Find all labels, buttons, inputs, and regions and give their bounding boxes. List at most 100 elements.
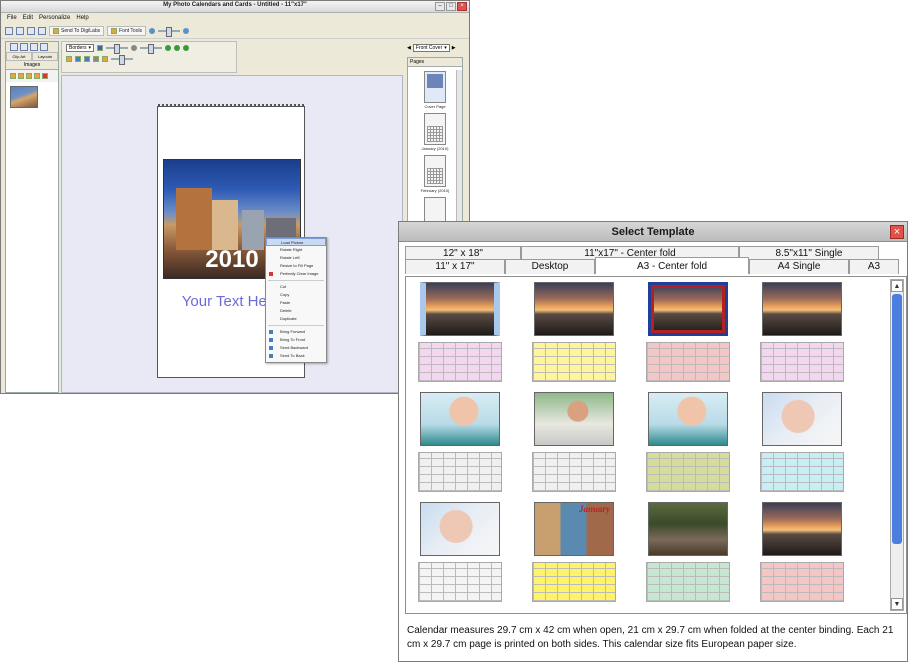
menu-edit[interactable]: Edit <box>23 15 33 21</box>
brightness-slider[interactable] <box>111 55 133 65</box>
scroll-up-icon[interactable]: ▲ <box>891 280 903 292</box>
tab-a4-single[interactable]: A4 Single <box>749 259 849 274</box>
shape-icon[interactable] <box>30 43 38 51</box>
menu-item-cut[interactable]: Cut <box>266 283 326 291</box>
menu-help[interactable]: Help <box>76 15 88 21</box>
fill-icon[interactable] <box>97 45 104 51</box>
rotate-icon[interactable] <box>131 45 138 51</box>
menu-item-label: Send Backward <box>280 345 309 350</box>
tab-a3-center-fold[interactable]: A3 - Center fold <box>595 257 749 274</box>
star-icon[interactable] <box>34 73 40 79</box>
text-icon[interactable] <box>20 43 28 51</box>
format-toolbar-row2 <box>62 54 236 65</box>
menu-item-label: Send To Back <box>280 353 305 358</box>
new-icon[interactable] <box>5 26 13 35</box>
left-tabs: Clip Art Layouts <box>6 52 58 61</box>
template-item[interactable] <box>640 390 736 494</box>
move-icon[interactable] <box>84 56 90 62</box>
tab-images[interactable]: Images <box>6 61 58 70</box>
zoom-in-icon[interactable] <box>183 27 190 34</box>
template-item[interactable] <box>640 280 736 384</box>
template-item[interactable] <box>526 390 622 494</box>
template-item[interactable] <box>412 390 508 494</box>
close-icon[interactable]: × <box>890 225 904 239</box>
menu-item-send-backward[interactable]: Send Backward <box>266 344 326 352</box>
maximize-button[interactable]: □ <box>446 2 456 11</box>
template-item[interactable] <box>412 500 508 604</box>
crop-icon[interactable] <box>66 56 72 62</box>
borders-select[interactable]: Borders ▾ <box>66 44 95 52</box>
effect2-icon[interactable] <box>174 45 181 51</box>
tab-clip-art[interactable]: Clip Art <box>6 52 32 61</box>
template-item[interactable] <box>412 280 508 384</box>
image-icon[interactable] <box>10 43 18 51</box>
image-tools <box>6 70 58 82</box>
add-image-icon[interactable] <box>10 73 16 79</box>
arrow-icon[interactable] <box>75 56 81 62</box>
remove-icon[interactable] <box>93 56 99 62</box>
template-item[interactable] <box>754 280 850 384</box>
template-photo <box>648 392 728 446</box>
rotation-slider[interactable] <box>140 44 163 54</box>
menu-item-label: Resize to Fill Page <box>280 263 314 268</box>
page-thumbnail-cover[interactable] <box>424 71 446 103</box>
frame-icon[interactable] <box>40 43 48 51</box>
menu-personalize[interactable]: Personalize <box>39 15 70 21</box>
color-icon[interactable] <box>102 56 108 62</box>
template-item[interactable] <box>640 500 736 604</box>
send-to-digilabs-button[interactable]: Send To DigiLabs <box>49 25 105 36</box>
menu-item-resize-to-fill[interactable]: Resize to Fill Page <box>266 262 326 270</box>
menu-item-delete[interactable]: Delete <box>266 307 326 315</box>
page-thumbnail-february[interactable] <box>424 155 446 187</box>
font-tools-button[interactable]: Font Tools <box>107 25 147 36</box>
effect3-icon[interactable] <box>183 45 190 51</box>
save-icon[interactable] <box>27 26 35 35</box>
menu-item-bring-to-front[interactable]: Bring To Front <box>266 336 326 344</box>
opacity-slider[interactable] <box>106 44 129 54</box>
menu-item-send-to-back[interactable]: Send To Back <box>266 352 326 360</box>
menu-item-rotate-left[interactable]: Rotate Left <box>266 254 326 262</box>
next-page-icon[interactable]: ▶ <box>452 45 456 51</box>
scroll-down-icon[interactable]: ▼ <box>891 598 903 610</box>
menu-item-duplicate[interactable]: Duplicate <box>266 315 326 323</box>
canvas-area[interactable]: 2010 Your Text Here <box>61 75 403 393</box>
template-photo <box>420 392 500 446</box>
template-month-label: January <box>578 504 610 514</box>
menu-item-label: Paste <box>280 300 291 305</box>
minimize-button[interactable]: – <box>435 2 445 11</box>
scrollbar-thumb[interactable] <box>892 294 902 544</box>
prev-page-icon[interactable]: ◀ <box>407 45 411 51</box>
zoom-slider[interactable] <box>158 26 181 37</box>
template-item[interactable]: January <box>526 500 622 604</box>
template-scrollbar[interactable]: ▲ ▼ <box>890 279 904 611</box>
template-item[interactable] <box>754 390 850 494</box>
folder-icon[interactable] <box>18 73 24 79</box>
effect-icon[interactable] <box>165 45 172 51</box>
menu-item-copy[interactable]: Copy <box>266 291 326 299</box>
menu-item-perfectly-clear[interactable]: Perfectly Clear Image <box>266 270 326 278</box>
menu-item-load-picture[interactable]: Load Picture <box>266 238 326 246</box>
context-menu: Load Picture Rotate Right Rotate Left Re… <box>265 237 327 363</box>
close-button[interactable]: × <box>457 2 467 11</box>
tab-layouts[interactable]: Layouts <box>32 52 58 61</box>
refresh-icon[interactable] <box>26 73 32 79</box>
template-photo <box>762 392 842 446</box>
template-item[interactable] <box>754 500 850 604</box>
page-caption: February (2010) <box>420 188 450 193</box>
page-select[interactable]: Front Cover ▾ <box>412 44 450 52</box>
zoom-out-icon[interactable] <box>149 27 156 34</box>
image-thumbnail[interactable] <box>10 86 38 108</box>
delete-icon[interactable] <box>42 73 48 79</box>
tab-a3[interactable]: A3 <box>849 259 899 274</box>
menu-item-paste[interactable]: Paste <box>266 299 326 307</box>
menu-file[interactable]: File <box>7 15 17 21</box>
open-icon[interactable] <box>16 26 24 35</box>
print-icon[interactable] <box>38 26 46 35</box>
menu-item-bring-forward[interactable]: Bring Forward <box>266 328 326 336</box>
page-navigator: ◀ Front Cover ▾ ▶ <box>407 41 469 55</box>
tab-desktop[interactable]: Desktop <box>505 259 595 274</box>
menu-item-rotate-right[interactable]: Rotate Right <box>266 246 326 254</box>
template-item[interactable] <box>526 280 622 384</box>
page-thumbnail-january[interactable] <box>424 113 446 145</box>
tab-11x17[interactable]: 11" x 17" <box>405 259 505 274</box>
